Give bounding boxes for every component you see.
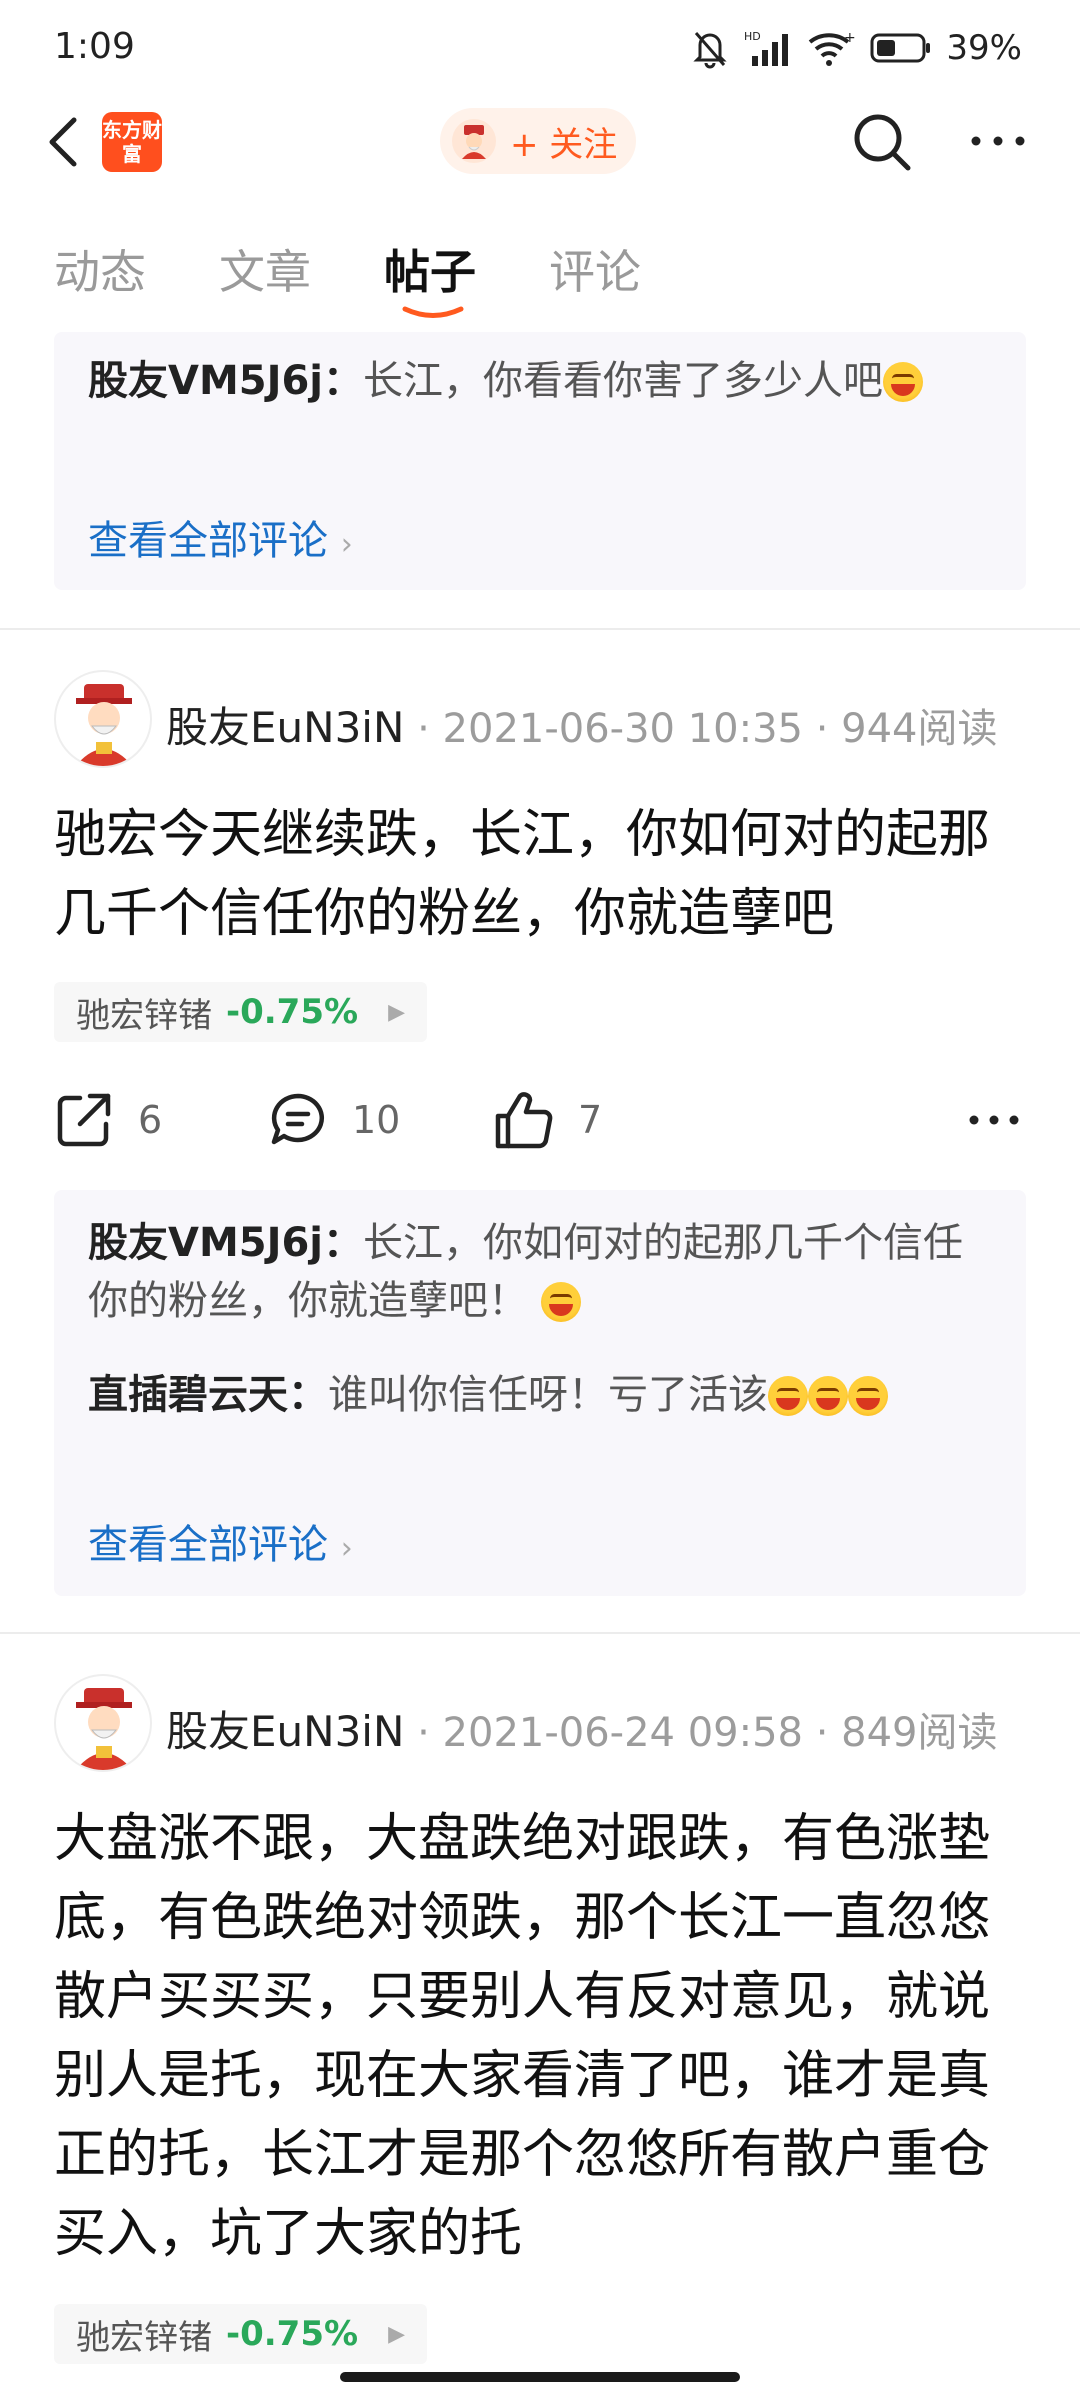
stock-change: -0.75% (226, 2314, 359, 2354)
mute-bell-icon (693, 32, 728, 69)
laugh-emoji-icon (848, 1376, 888, 1416)
thumbs-up-icon (495, 1092, 553, 1149)
comment-preview-box: 股友VM5J6j：长江，你如何对的起那几千个信任你的粉丝，你就造孽吧！ 直插碧云… (54, 1190, 1026, 1596)
profile-tabs: 动态 文章 帖子 评论 (0, 236, 1080, 332)
comment-item: 直插碧云天：谁叫你信任呀！亏了活该 (88, 1366, 998, 1424)
like-button[interactable]: 7 (492, 1080, 602, 1160)
share-count: 6 (138, 1098, 163, 1142)
comment-text: 长江，你看看你害了多少人吧 (363, 358, 884, 404)
avatar[interactable] (54, 670, 152, 768)
follow-button[interactable]: + 关注 (440, 108, 636, 174)
signal-icon: HD (744, 30, 789, 66)
fortune-god-avatar-icon (462, 125, 486, 159)
post-date: 2021-06-30 10:35 (442, 706, 803, 752)
post-meta: 股友EuN3iN · 2021-06-24 09:58 · 849阅读 (166, 1707, 998, 1756)
play-arrow-icon: ▶ (388, 999, 405, 1025)
laugh-emoji-icon (808, 1376, 848, 1416)
search-button[interactable] (850, 110, 914, 174)
svg-text:HD: HD (744, 30, 761, 43)
wifi-icon: + (809, 30, 856, 66)
user-avatar-small (452, 119, 496, 163)
laugh-emoji-icon (768, 1376, 808, 1416)
play-arrow-icon: ▶ (388, 2321, 405, 2347)
stock-change: -0.75% (226, 992, 359, 1032)
fortune-god-avatar-icon (75, 1688, 133, 1770)
back-button[interactable] (44, 114, 84, 170)
comment-count: 10 (352, 1098, 401, 1142)
view-all-comments-link[interactable]: 查看全部评论 › (88, 1512, 353, 1570)
top-nav-bar: 东方财富 + 关注 (0, 96, 1080, 188)
chevron-right-icon: › (340, 1531, 353, 1566)
comment-author[interactable]: 直插碧云天： (88, 1372, 328, 1418)
active-tab-indicator (402, 306, 464, 318)
comment-item: 股友VM5J6j：长江，你看看你害了多少人吧 (88, 352, 998, 410)
post-reads: 944阅读 (841, 706, 998, 752)
comment-item: 股友VM5J6j：长江，你如何对的起那几千个信任你的粉丝，你就造孽吧！ (88, 1214, 998, 1330)
post-actions: 6 10 7 (54, 1080, 1034, 1160)
stock-tag[interactable]: 驰宏锌锗 -0.75% ▶ (54, 2304, 427, 2364)
post-more-button[interactable] (968, 1080, 1020, 1160)
status-time: 1:09 (54, 26, 135, 67)
laugh-emoji-icon (540, 1282, 581, 1322)
battery-icon (870, 33, 931, 63)
like-count: 7 (578, 1098, 603, 1142)
tab-articles[interactable]: 文章 (219, 236, 311, 302)
battery-percent: 39% (946, 28, 1022, 68)
comment-preview-box: 股友VM5J6j：长江，你看看你害了多少人吧 查看全部评论 › (54, 332, 1026, 590)
back-arrow-icon (49, 117, 77, 167)
comment-text: 谁叫你信任呀！亏了活该 (328, 1372, 768, 1418)
share-button[interactable]: 6 (54, 1080, 162, 1160)
share-icon (57, 1093, 111, 1147)
stock-name: 驰宏锌锗 (76, 2317, 212, 2358)
comment-bubble-icon (271, 1093, 324, 1145)
post-reads: 849阅读 (841, 1710, 998, 1756)
tab-dynamics[interactable]: 动态 (54, 236, 146, 302)
post-divider (0, 628, 1080, 630)
post-author[interactable]: 股友EuN3iN (166, 703, 404, 752)
post-date: 2021-06-24 09:58 (442, 1710, 803, 1756)
tab-posts[interactable]: 帖子 (384, 236, 476, 302)
tab-comments[interactable]: 评论 (549, 236, 641, 302)
status-bar: 1:09 HD + 39% (0, 0, 1080, 96)
comment-author[interactable]: 股友VM5J6j： (88, 1220, 363, 1266)
status-icons: HD + 39% (690, 24, 1022, 72)
post-divider (0, 1632, 1080, 1634)
post-author[interactable]: 股友EuN3iN (166, 1707, 404, 1756)
chevron-right-icon: › (340, 527, 353, 562)
view-all-comments-link[interactable]: 查看全部评论 › (88, 508, 353, 566)
stock-tag[interactable]: 驰宏锌锗 -0.75% ▶ (54, 982, 427, 1042)
comment-author[interactable]: 股友VM5J6j： (88, 358, 363, 404)
avatar[interactable] (54, 1674, 152, 1772)
search-icon (854, 114, 911, 171)
app-logo: 东方财富 (102, 112, 162, 172)
post-content[interactable]: 大盘涨不跟，大盘跌绝对跟跌，有色涨垫底，有色跌绝对领跌，那个长江一直忽悠散户买买… (54, 1800, 1034, 2274)
more-options-button[interactable] (968, 126, 1028, 156)
stock-name: 驰宏锌锗 (76, 995, 212, 1036)
post-meta: 股友EuN3iN · 2021-06-30 10:35 · 944阅读 (166, 703, 998, 752)
comment-button[interactable]: 10 (268, 1080, 400, 1160)
fortune-god-avatar-icon (75, 684, 133, 766)
follow-label: + 关注 (510, 124, 618, 165)
svg-text:+: + (844, 30, 856, 46)
more-dots-icon (971, 136, 1025, 146)
home-gesture-bar[interactable] (340, 2372, 740, 2382)
laugh-emoji-icon (883, 362, 924, 402)
post-content[interactable]: 驰宏今天继续跌，长江，你如何对的起那几千个信任你的粉丝，你就造孽吧 (54, 796, 1034, 954)
more-dots-icon (969, 1115, 1019, 1125)
